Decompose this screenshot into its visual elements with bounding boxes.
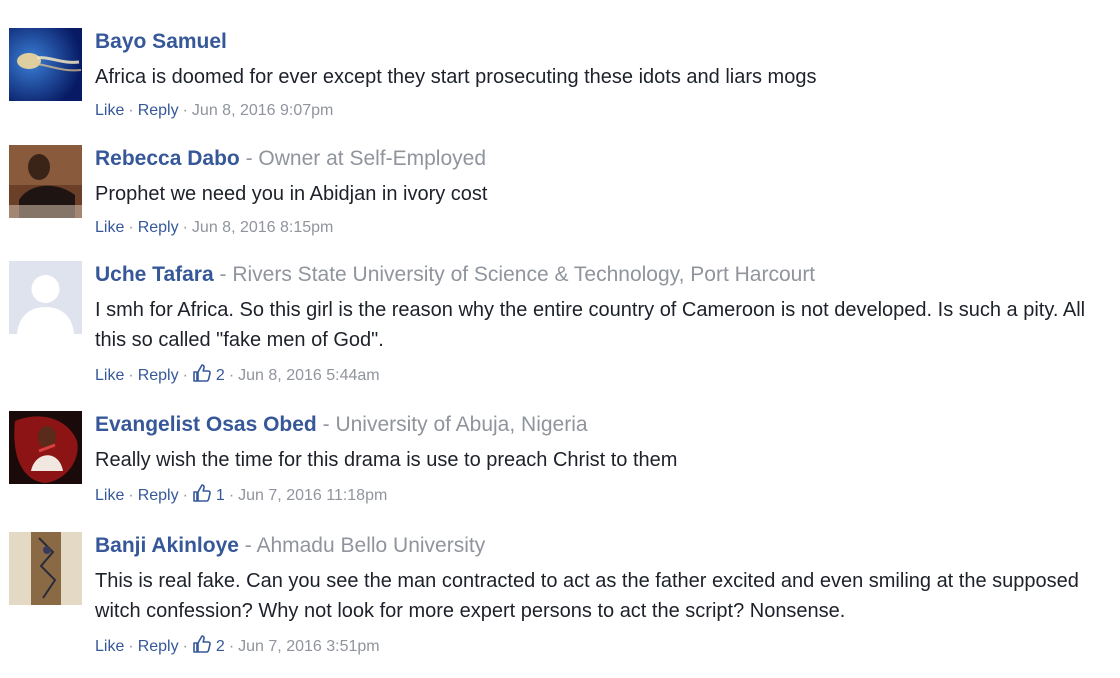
- comment-actions: Like · Reply · 1 · Jun 7, 2016 11:18pm: [95, 483, 1110, 507]
- author-affiliation[interactable]: Owner at Self-Employed: [258, 147, 486, 170]
- author-name[interactable]: Uche Tafara: [95, 263, 214, 286]
- comment-actions: Like · Reply · 2 · Jun 8, 2016 5:44am: [95, 363, 1110, 387]
- comment-text: This is real fake. Can you see the man c…: [95, 570, 1079, 622]
- like-link[interactable]: Like: [95, 219, 124, 236]
- like-link[interactable]: Like: [95, 487, 124, 504]
- like-count[interactable]: 2: [216, 367, 225, 384]
- comment-actions: Like · Reply · Jun 8, 2016 8:15pm: [95, 219, 334, 236]
- author-name[interactable]: Rebecca Dabo: [95, 147, 240, 170]
- comment-actions: Like · Reply · 2 · Jun 7, 2016 3:51pm: [95, 634, 1110, 658]
- avatar[interactable]: [9, 28, 82, 101]
- avatar[interactable]: [9, 145, 82, 218]
- comment-timestamp[interactable]: Jun 7, 2016 11:18pm: [238, 487, 387, 504]
- avatar-photo-person: [9, 145, 82, 218]
- thumbs-up-icon: [192, 634, 212, 654]
- like-count[interactable]: 2: [216, 638, 225, 655]
- author-affiliation[interactable]: University of Abuja, Nigeria: [335, 413, 587, 436]
- avatar-photo-jellyfish: [9, 28, 82, 101]
- author-name[interactable]: Bayo Samuel: [95, 30, 227, 53]
- reply-link[interactable]: Reply: [138, 487, 179, 504]
- reply-link[interactable]: Reply: [138, 102, 179, 119]
- comment-timestamp[interactable]: Jun 8, 2016 8:15pm: [192, 219, 333, 236]
- reply-link[interactable]: Reply: [138, 219, 179, 236]
- reply-link[interactable]: Reply: [138, 367, 179, 384]
- author-affiliation[interactable]: Rivers State University of Science & Tec…: [232, 263, 815, 286]
- author-name[interactable]: Evangelist Osas Obed: [95, 413, 317, 436]
- default-avatar-icon: [9, 261, 82, 334]
- avatar[interactable]: [9, 411, 82, 484]
- author-affiliation[interactable]: Ahmadu Bello University: [256, 534, 485, 557]
- author-name[interactable]: Banji Akinloye: [95, 534, 239, 557]
- comment-text: Really wish the time for this drama is u…: [95, 449, 678, 471]
- comment-timestamp[interactable]: Jun 8, 2016 9:07pm: [192, 102, 333, 119]
- comment-actions: Like · Reply · Jun 8, 2016 9:07pm: [95, 102, 334, 119]
- like-link[interactable]: Like: [95, 367, 124, 384]
- avatar-photo-sketch: [9, 532, 82, 605]
- like-link[interactable]: Like: [95, 102, 124, 119]
- comment-text: Prophet we need you in Abidjan in ivory …: [95, 183, 488, 205]
- avatar[interactable]: [9, 532, 82, 605]
- comment-timestamp[interactable]: Jun 8, 2016 5:44am: [238, 367, 379, 384]
- like-link[interactable]: Like: [95, 638, 124, 655]
- thumbs-up-icon: [192, 483, 212, 503]
- comment-text: Africa is doomed for ever except they st…: [95, 66, 817, 88]
- comment-text: I smh for Africa. So this girl is the re…: [95, 299, 1086, 351]
- comment-timestamp[interactable]: Jun 7, 2016 3:51pm: [238, 638, 379, 655]
- like-count[interactable]: 1: [216, 487, 225, 504]
- avatar[interactable]: [9, 261, 82, 334]
- thumbs-up-icon: [192, 363, 212, 383]
- reply-link[interactable]: Reply: [138, 638, 179, 655]
- avatar-photo-red: [9, 411, 82, 484]
